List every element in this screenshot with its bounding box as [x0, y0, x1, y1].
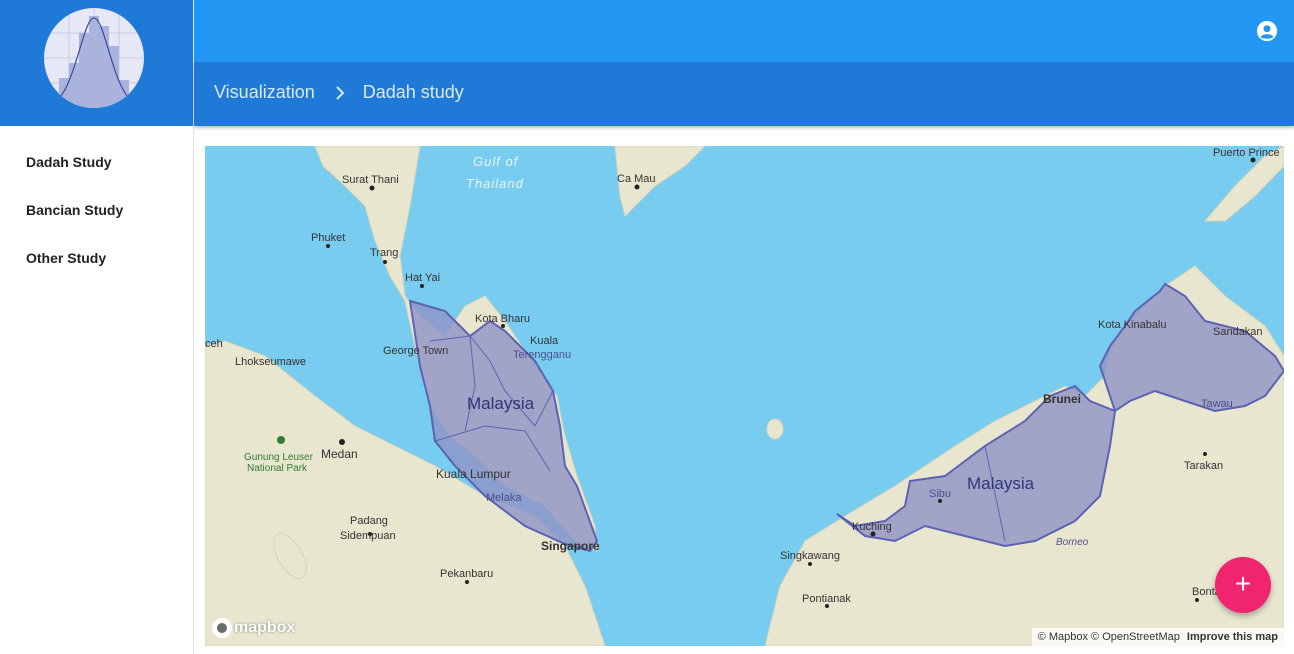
- map-label-malaysia-west: Malaysia: [467, 394, 535, 413]
- map-label-ca-mau: Ca Mau: [617, 173, 656, 185]
- map-label-tarakan: Tarakan: [1184, 460, 1223, 472]
- map-view[interactable]: Gulf of Thailand Surat Thani Ca Mau Puer…: [205, 146, 1284, 646]
- map-label-sibu: Sibu: [929, 488, 951, 500]
- map-label-lhokseumawe: Lhokseumawe: [235, 356, 306, 368]
- map-label-melaka: Melaka: [486, 492, 522, 504]
- sidebar-nav: Dadah Study Bancian Study Other Study: [0, 126, 193, 282]
- breadcrumb: Visualization Dadah study: [214, 82, 464, 103]
- map-label-sandakan: Sandakan: [1213, 326, 1263, 338]
- map-label-singapore: Singapore: [541, 539, 600, 553]
- attribution-text[interactable]: © Mapbox © OpenStreetMap: [1038, 631, 1180, 643]
- map-label-brunei: Brunei: [1043, 392, 1081, 406]
- sidebar-item-dadah-study[interactable]: Dadah Study: [0, 138, 193, 186]
- map-label-surat-thani: Surat Thani: [342, 174, 399, 186]
- map-label-gulf: Gulf of: [473, 154, 519, 169]
- map-label-tawau: Tawau: [1201, 398, 1233, 410]
- improve-map-link[interactable]: Improve this map: [1187, 631, 1278, 643]
- map-label-singkawang: Singkawang: [780, 550, 840, 562]
- sidebar-header: [0, 0, 193, 126]
- map-label-padang: Padang: [350, 515, 388, 527]
- map-label-national-park: National Park: [247, 463, 308, 474]
- map-label-phuket: Phuket: [311, 232, 345, 244]
- sidebar-item-bancian-study[interactable]: Bancian Study: [0, 186, 193, 234]
- breadcrumb-dadah-study: Dadah study: [362, 82, 464, 102]
- map-label-hat-yai: Hat Yai: [405, 272, 440, 284]
- account-icon[interactable]: [1256, 20, 1278, 42]
- map-label-trang: Trang: [370, 247, 398, 259]
- mapbox-logo[interactable]: mapbox: [212, 618, 295, 638]
- map-label-gulf-2: Thailand: [466, 176, 524, 191]
- map-label-kota-bharu: Kota Bharu: [475, 313, 530, 325]
- map-label-kuala-lumpur: Kuala Lumpur: [436, 467, 511, 481]
- map-label-pekanbaru: Pekanbaru: [440, 568, 493, 580]
- map-label-medan: Medan: [321, 447, 358, 461]
- map-label-aceh: ceh: [205, 338, 223, 350]
- map-label-borneo: Borneo: [1056, 537, 1089, 548]
- map-canvas: Gulf of Thailand Surat Thani Ca Mau Puer…: [205, 146, 1284, 646]
- map-label-kuching: Kuching: [852, 521, 892, 533]
- map-label-terengganu: Terengganu: [513, 349, 571, 361]
- sidebar-item-other-study[interactable]: Other Study: [0, 234, 193, 282]
- map-attribution: © Mapbox © OpenStreetMap Improve this ma…: [1031, 628, 1284, 646]
- map-label-kota-kinabalu: Kota Kinabalu: [1098, 319, 1167, 331]
- map-label-malaysia-east: Malaysia: [967, 474, 1035, 493]
- add-button[interactable]: +: [1215, 557, 1271, 613]
- sidebar: Dadah Study Bancian Study Other Study: [0, 0, 194, 654]
- breadcrumb-visualization[interactable]: Visualization: [214, 82, 315, 103]
- map-label-sidempuan: Sidempuan: [340, 530, 396, 542]
- mapbox-logo-text: mapbox: [234, 619, 296, 636]
- map-label-gunung-leuser: Gunung Leuser: [244, 452, 314, 463]
- map-label-pontianak: Pontianak: [802, 593, 851, 605]
- map-label-george-town: George Town: [383, 345, 448, 357]
- map-label-puerto-princesa: Puerto Prince: [1213, 147, 1280, 159]
- mapbox-icon: [212, 618, 232, 638]
- breadcrumb-bar: Visualization Dadah study: [194, 62, 1294, 126]
- app-logo: [44, 8, 144, 108]
- chevron-right-icon: [336, 85, 345, 100]
- top-app-bar: [194, 0, 1294, 62]
- map-label-kuala: Kuala: [530, 335, 559, 347]
